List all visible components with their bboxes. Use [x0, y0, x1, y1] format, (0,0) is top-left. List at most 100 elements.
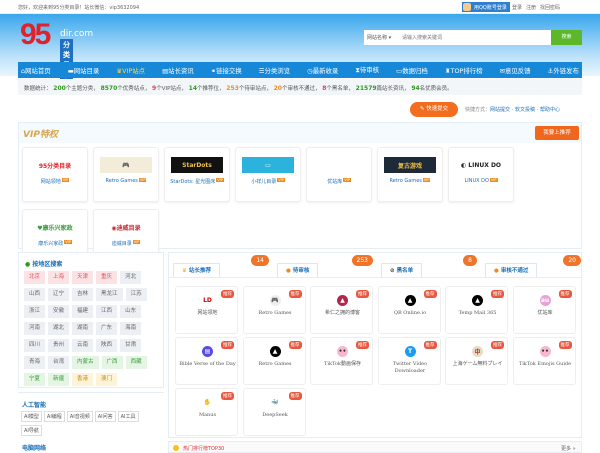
- region-tag[interactable]: 西藏: [125, 356, 147, 369]
- region-tag[interactable]: 江苏: [125, 288, 147, 301]
- region-tag[interactable]: 四川: [24, 339, 46, 352]
- recommended-site-card[interactable]: 中上海ゲーム無料プレイ 推荐: [445, 337, 508, 385]
- tab-label: ♛ 站长推荐: [173, 263, 220, 277]
- recommend-me-button[interactable]: 我要上推荐: [535, 126, 579, 140]
- ai-tag[interactable]: AI导航: [21, 425, 42, 436]
- nav-item[interactable]: ⧗待审核: [355, 65, 379, 75]
- region-tag[interactable]: 福建: [72, 305, 94, 318]
- region-tag[interactable]: 吉林: [72, 288, 94, 301]
- region-tag[interactable]: 安徽: [48, 305, 70, 318]
- recommended-site-card[interactable]: 🐳 DeepSeek 推荐: [242, 388, 306, 436]
- recommended-site-card[interactable]: ▲ Temp Mail 365 推荐: [445, 286, 508, 334]
- region-tag[interactable]: 江西: [96, 305, 118, 318]
- region-tag[interactable]: 宁夏: [24, 373, 46, 386]
- region-tag[interactable]: 香港: [72, 373, 94, 386]
- find-password-link[interactable]: 找回密码: [540, 5, 560, 11]
- site-name: 优站库 VIP: [307, 178, 371, 185]
- nav-item[interactable]: ▭数据归档: [396, 66, 428, 75]
- recommended-site-card[interactable]: ▲ Retro Games 推荐: [242, 337, 306, 385]
- region-tag[interactable]: 上海: [48, 271, 70, 284]
- login-link[interactable]: 登录: [512, 5, 522, 11]
- region-tag[interactable]: 辽宁: [48, 288, 70, 301]
- region-tag[interactable]: 山西: [24, 288, 46, 301]
- article-submit-link[interactable]: 软文投稿: [515, 107, 535, 113]
- vip-site-card[interactable]: 95分类目录 网站领地 VIP: [22, 147, 88, 202]
- tab-0[interactable]: ♛ 站长推荐 14: [169, 255, 271, 277]
- region-tag[interactable]: 内蒙古: [72, 356, 99, 369]
- network-category-title[interactable]: 电脑网络: [22, 443, 46, 452]
- recommended-site-card[interactable]: LD 网站领地 推荐: [175, 286, 238, 334]
- region-tag[interactable]: 台湾: [48, 356, 70, 369]
- ai-tag[interactable]: AI音视频: [66, 411, 93, 422]
- region-tag[interactable]: 新疆: [48, 373, 70, 386]
- ai-tag[interactable]: AI工具: [117, 411, 139, 422]
- region-tag[interactable]: 青海: [24, 356, 46, 369]
- region-tag[interactable]: 广西: [101, 356, 123, 369]
- tab-3[interactable]: ● 审核不通过 20: [481, 255, 583, 277]
- help-center-link[interactable]: 帮助中心: [540, 107, 560, 113]
- ai-tag[interactable]: AI编程: [43, 411, 65, 422]
- nav-item[interactable]: ♜TOP排行榜: [445, 66, 483, 75]
- nav-item[interactable]: ⚓外链发布: [548, 66, 579, 75]
- nav-item[interactable]: ☰分类浏览: [259, 66, 290, 75]
- qq-login-button[interactable]: 用QQ账号登录: [462, 2, 510, 12]
- vip-site-card[interactable]: 复古游戏 Retro Games VIP: [377, 147, 443, 202]
- nav-item[interactable]: ♛VIP站点: [116, 66, 145, 75]
- region-tag[interactable]: 河北: [120, 271, 142, 284]
- region-tag[interactable]: 湖南: [72, 322, 94, 335]
- recommended-site-card[interactable]: ▲ 希仁之拥的博客 推荐: [310, 286, 373, 334]
- region-tag[interactable]: 海南: [120, 322, 142, 335]
- nav-item[interactable]: ◷最新收录: [307, 66, 338, 75]
- region-tag[interactable]: 北京: [24, 271, 46, 284]
- nav-item[interactable]: ▬网站目录: [68, 66, 100, 75]
- nav-item[interactable]: ⌂网站首页: [21, 66, 51, 75]
- recommended-site-card[interactable]: au 优站库 推荐: [512, 286, 576, 334]
- vip-site-card[interactable]: 🎮 Retro Games VIP: [93, 147, 159, 202]
- vip-site-card[interactable]: ◐ LINUX DO LINUX DO VIP: [448, 147, 514, 202]
- region-tag[interactable]: 河南: [24, 322, 46, 335]
- nav-item[interactable]: ✉意见反馈: [500, 66, 531, 75]
- nav-item[interactable]: ▤站长资讯: [162, 66, 194, 75]
- search-input[interactable]: [402, 32, 542, 43]
- region-tag[interactable]: 澳门: [96, 373, 118, 386]
- tab-2[interactable]: ⊘ 黑名单 8: [377, 255, 479, 277]
- region-tag[interactable]: 甘肃: [120, 339, 142, 352]
- stat-categories: 200: [53, 85, 66, 92]
- region-tag[interactable]: 重庆: [96, 271, 118, 284]
- recommended-site-card[interactable]: •• TikTok動画保存 推荐: [310, 337, 373, 385]
- recommended-site-card[interactable]: 🎮 Retro Games 推荐: [242, 286, 306, 334]
- region-tag[interactable]: 浙江: [24, 305, 46, 318]
- region-tag[interactable]: 陕西: [96, 339, 118, 352]
- tab-1[interactable]: ● 待审核 253: [273, 255, 375, 277]
- ai-tag[interactable]: AI问答: [94, 411, 116, 422]
- region-tag[interactable]: 贵州: [48, 339, 70, 352]
- nav-item[interactable]: ⚭链接交换: [211, 66, 242, 75]
- quick-submit-button[interactable]: ✎ 快速提交: [410, 102, 458, 117]
- site-logo: [313, 157, 365, 173]
- tab-label: ● 待审核: [277, 263, 319, 277]
- more-link[interactable]: 更多 »: [561, 445, 576, 452]
- register-link[interactable]: 注册: [526, 5, 536, 11]
- recommend-badge: 推荐: [491, 290, 504, 298]
- site-icon: ▲: [404, 295, 416, 306]
- region-tag[interactable]: 黑龙江: [96, 288, 123, 301]
- vip-site-card[interactable]: StarDots StarDots: 星光图床 VIP: [164, 147, 230, 202]
- region-tag[interactable]: 云南: [72, 339, 94, 352]
- recommended-site-card[interactable]: ✋ Manus 推荐: [175, 388, 238, 436]
- recommended-site-card[interactable]: ▲ QB Online.io 推荐: [377, 286, 441, 334]
- search-category-select[interactable]: 网站名称 ▾: [367, 34, 391, 41]
- ai-tag[interactable]: AI模型: [21, 411, 42, 422]
- search-button[interactable]: 搜索: [551, 30, 582, 45]
- region-tag[interactable]: 天津: [72, 271, 94, 284]
- region-tag[interactable]: 湖北: [48, 322, 70, 335]
- vip-site-card[interactable]: ▭ 小祥儿目录 VIP: [235, 147, 301, 202]
- nav-item-label: 链接交换: [216, 66, 242, 75]
- region-tag[interactable]: 广东: [96, 322, 118, 335]
- recommended-site-card[interactable]: ▤ Bible Verse of the Day 推荐: [175, 337, 238, 385]
- recommended-site-card[interactable]: T Twitter Video Downloader 推荐: [377, 337, 441, 385]
- recommended-site-card[interactable]: •• TikTok Emojis Guide 推荐: [512, 337, 576, 385]
- ai-title[interactable]: 人工智能: [22, 400, 46, 409]
- region-tag[interactable]: 山东: [120, 305, 142, 318]
- submit-site-link[interactable]: 网站提交: [490, 107, 510, 113]
- vip-site-card[interactable]: 优站库 VIP: [306, 147, 372, 202]
